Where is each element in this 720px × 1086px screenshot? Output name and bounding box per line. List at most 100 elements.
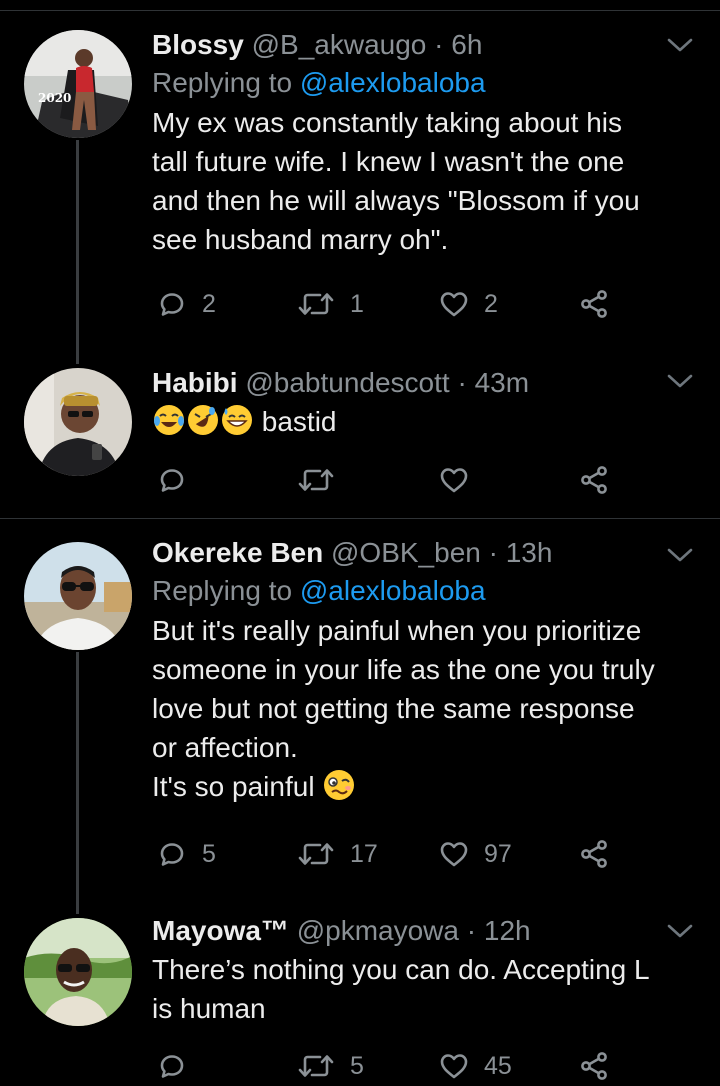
reply-icon: [156, 838, 188, 870]
like-count: 2: [484, 290, 498, 318]
tweet-actions: 5 17 97: [156, 834, 626, 874]
timestamp[interactable]: 6h: [451, 29, 482, 60]
avatar[interactable]: 2020: [24, 30, 132, 138]
display-name[interactable]: Blossy: [152, 29, 244, 60]
chevron-down-icon[interactable]: [666, 36, 694, 54]
joy-emoji-icon: [154, 405, 184, 435]
svg-text:2020: 2020: [38, 91, 71, 105]
replying-to: Replying to @alexlobaloba: [152, 572, 680, 610]
share-icon: [578, 1050, 610, 1082]
tweet-mayowa[interactable]: Mayowa™ @pkmayowa · 12h There’s nothing …: [0, 914, 720, 1080]
mention-link[interactable]: @alexlobaloba: [300, 575, 486, 606]
chevron-down-icon[interactable]: [666, 546, 694, 564]
share-icon: [578, 464, 610, 496]
chevron-down-icon[interactable]: [666, 372, 694, 390]
reply-icon: [156, 288, 188, 320]
chevron-down-icon[interactable]: [666, 922, 694, 940]
share-button[interactable]: [578, 834, 610, 874]
separator: ·: [434, 29, 444, 60]
share-button[interactable]: [578, 460, 610, 500]
like-button[interactable]: 97: [438, 834, 512, 874]
separator: ·: [466, 915, 477, 946]
tweet-header: Mayowa™ @pkmayowa · 12h: [152, 914, 680, 948]
tweet-text-line: someone in your life as the one you trul…: [152, 654, 655, 685]
tweet-header: Blossy @B_akwaugo · 6h: [152, 28, 680, 62]
handle[interactable]: @B_akwaugo: [252, 29, 427, 60]
retweet-icon: [296, 838, 336, 870]
reply-button[interactable]: 2: [156, 284, 216, 324]
retweet-button[interactable]: 17: [296, 834, 378, 874]
tweet-text-line: tall future wife. I knew I wasn't the on…: [152, 146, 625, 177]
like-button[interactable]: 45: [438, 1046, 512, 1086]
like-button[interactable]: 2: [438, 284, 498, 324]
tweet-text-line: But it's really painful when you priorit…: [152, 615, 642, 646]
retweet-count: 5: [350, 1052, 364, 1080]
woozy-emoji-icon: [324, 770, 355, 800]
tweet-text-line: love but not getting the same response: [152, 693, 635, 724]
separator: ·: [488, 537, 498, 568]
display-name[interactable]: Mayowa™: [152, 915, 289, 946]
tweet-text: bastid: [152, 402, 680, 441]
timestamp[interactable]: 43m: [475, 367, 529, 398]
timestamp[interactable]: 12h: [484, 915, 531, 946]
tweet-text-line: bastid: [261, 406, 337, 437]
tweet-actions: 5 45: [156, 1046, 626, 1086]
share-icon: [578, 288, 610, 320]
heart-icon: [438, 1050, 470, 1082]
reply-button[interactable]: [156, 460, 188, 500]
mention-link[interactable]: @alexlobaloba: [300, 67, 486, 98]
tweet-text-line: There’s nothing you can do. Accepting L: [152, 954, 650, 985]
reply-button[interactable]: 5: [156, 834, 216, 874]
retweet-button[interactable]: 5: [296, 1046, 364, 1086]
tweet-header: Habibi @babtundescott · 43m: [152, 366, 680, 400]
separator: ·: [457, 367, 467, 398]
replying-to-label: Replying to: [152, 575, 293, 606]
tweet-text-line: or affection.: [152, 732, 298, 763]
reply-icon: [156, 464, 188, 496]
avatar[interactable]: [24, 918, 132, 1026]
avatar-image: [24, 368, 132, 476]
handle[interactable]: @pkmayowa: [297, 915, 459, 946]
replying-to: Replying to @alexlobaloba: [152, 64, 680, 102]
tweet-habibi[interactable]: Habibi @babtundescott · 43m bastid: [0, 364, 720, 518]
heart-icon: [438, 288, 470, 320]
share-button[interactable]: [578, 284, 610, 324]
tweet-text-line: and then he will always "Blossom if you: [152, 185, 640, 216]
handle[interactable]: @babtundescott: [245, 367, 449, 398]
share-icon: [578, 838, 610, 870]
rofl-emoji-icon: [188, 405, 218, 435]
share-button[interactable]: [578, 1046, 610, 1086]
tweet-blossy[interactable]: 2020 Blossy @B_akwaugo · 6h Replying to …: [0, 0, 720, 364]
retweet-icon: [296, 288, 336, 320]
timestamp[interactable]: 13h: [506, 537, 553, 568]
tweet-actions: 2 1 2: [156, 284, 626, 324]
tweet-text-line: It's so painful: [152, 767, 680, 806]
like-count: 45: [484, 1052, 512, 1080]
heart-icon: [438, 838, 470, 870]
tweet-text-line: see husband marry oh".: [152, 224, 449, 255]
like-button[interactable]: [438, 460, 470, 500]
reply-count: 2: [202, 290, 216, 318]
tweet-header: Okereke Ben @OBK_ben · 13h: [152, 536, 680, 570]
retweet-icon: [296, 1050, 336, 1082]
avatar-image: [24, 542, 132, 650]
avatar-image: 2020: [24, 30, 132, 138]
avatar[interactable]: [24, 542, 132, 650]
retweet-button[interactable]: [296, 460, 336, 500]
tweet-text-last: It's so painful: [152, 771, 315, 802]
tweet-okereke-ben[interactable]: Okereke Ben @OBK_ben · 13h Replying to @…: [0, 518, 720, 914]
tweet-text-line: My ex was constantly taking about his: [152, 107, 623, 138]
avatar-image: [24, 918, 132, 1026]
retweet-icon: [296, 464, 336, 496]
display-name[interactable]: Okereke Ben: [152, 537, 323, 568]
retweet-count: 17: [350, 840, 378, 868]
avatar[interactable]: [24, 368, 132, 476]
heart-icon: [438, 464, 470, 496]
reply-button[interactable]: [156, 1046, 188, 1086]
handle[interactable]: @OBK_ben: [331, 537, 481, 568]
display-name[interactable]: Habibi: [152, 367, 238, 398]
tweet-text: But it's really painful when you priorit…: [152, 611, 680, 806]
retweet-button[interactable]: 1: [296, 284, 364, 324]
tweet-text: There’s nothing you can do. Accepting L …: [152, 950, 680, 1028]
reply-count: 5: [202, 840, 216, 868]
